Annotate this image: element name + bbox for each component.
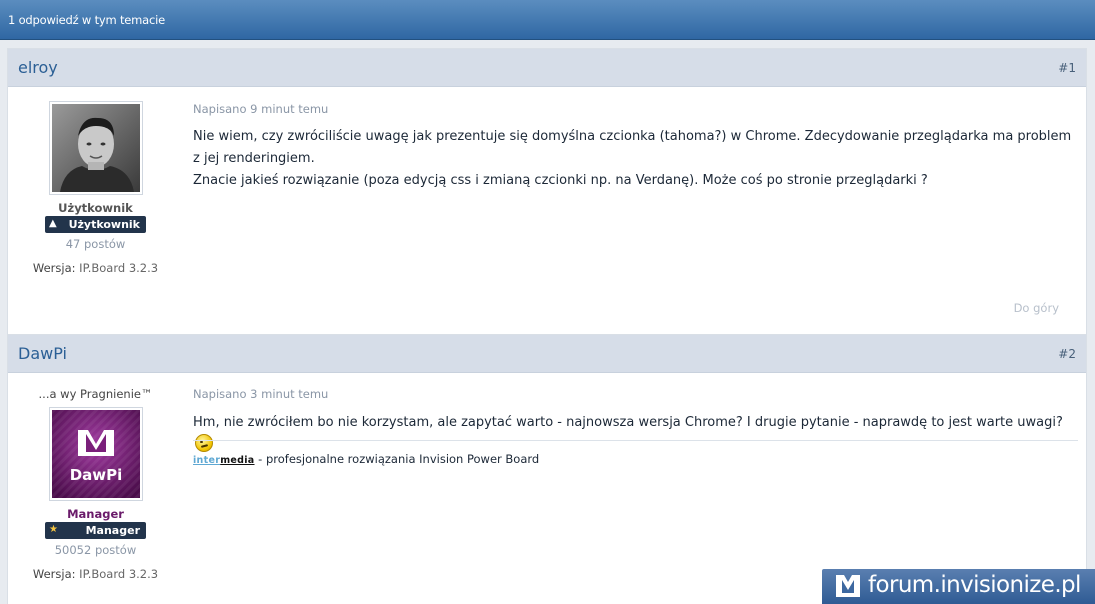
back-to-top-link[interactable]: Do góry xyxy=(1014,301,1059,315)
member-title: ...a wy Pragnienie™ xyxy=(38,387,153,401)
author-link[interactable]: DawPi xyxy=(18,344,67,363)
post-body-line: Znacie jakieś rozwiązanie (poza edycją c… xyxy=(193,173,928,188)
reply-count: 1 odpowiedź w tym temacie xyxy=(8,13,165,27)
post-header: elroy #1 xyxy=(8,49,1086,87)
post-number-link[interactable]: #2 xyxy=(1058,347,1076,361)
user-photo-icon xyxy=(52,104,140,192)
post-body: Hm, nie zwróciłem bo nie korzystam, ale … xyxy=(193,412,1073,456)
signature: intermedia - profesjonalne rozwiązania I… xyxy=(193,452,539,466)
post-body-line: Nie wiem, czy zwróciliście uwagę jak pre… xyxy=(193,129,1072,166)
post-body-line: Hm, nie zwróciłem bo nie korzystam, ale … xyxy=(193,415,1063,430)
post-number-link[interactable]: #1 xyxy=(1058,61,1076,75)
badge-label: Manager xyxy=(85,524,140,537)
avatar[interactable] xyxy=(49,101,143,195)
group-name: Manager xyxy=(67,507,124,521)
post-count: 50052 postów xyxy=(54,543,137,557)
posted-time: Napisano 3 minut temu xyxy=(193,387,329,401)
site-watermark: forum.invisionize.pl xyxy=(822,569,1095,604)
signature-text: - profesjonalne rozwiązania Invision Pow… xyxy=(254,452,540,466)
posted-time: Napisano 9 minut temu xyxy=(193,102,329,116)
post-body: Nie wiem, czy zwróciliście uwagę jak pre… xyxy=(193,126,1073,192)
avatar[interactable]: DawPi xyxy=(49,407,143,501)
topic-header-bar: 1 odpowiedź w tym temacie xyxy=(0,0,1095,40)
version-label: Wersja: xyxy=(32,567,76,581)
author-link[interactable]: elroy xyxy=(18,58,58,77)
version-value: IP.Board 3.2.3 xyxy=(79,261,159,275)
post-1: elroy #1 Użytkownik ▲ Użytkownik 47 post… xyxy=(7,48,1087,335)
signature-brand-link-media[interactable]: media xyxy=(220,455,254,466)
watermark-text: forum.invisionize.pl xyxy=(868,572,1081,598)
version-label: Wersja: xyxy=(32,261,76,275)
group-badge: ★ Manager xyxy=(45,522,146,539)
post-2: DawPi #2 ...a wy Pragnienie™ DawPi Manag… xyxy=(7,334,1087,604)
signature-divider xyxy=(193,440,1078,441)
post-count: 47 postów xyxy=(65,237,126,251)
invisionize-logo-icon xyxy=(836,575,860,597)
group-badge: ▲ Użytkownik xyxy=(45,216,146,233)
star-icon: ★ xyxy=(49,524,58,535)
smiley-icon xyxy=(195,434,213,452)
user-group-icon: ▲ xyxy=(49,218,57,229)
avatar-text: DawPi xyxy=(70,466,123,484)
version-field: Wersja: IP.Board 3.2.3 xyxy=(8,261,183,275)
version-value: IP.Board 3.2.3 xyxy=(79,567,159,581)
badge-label: Użytkownik xyxy=(68,218,140,231)
dawpi-logo-icon: DawPi xyxy=(52,410,140,498)
post-header: DawPi #2 xyxy=(8,335,1086,373)
version-field: Wersja: IP.Board 3.2.3 xyxy=(8,567,183,581)
group-name: Użytkownik xyxy=(58,201,133,215)
signature-brand-link[interactable]: inter xyxy=(193,455,220,466)
